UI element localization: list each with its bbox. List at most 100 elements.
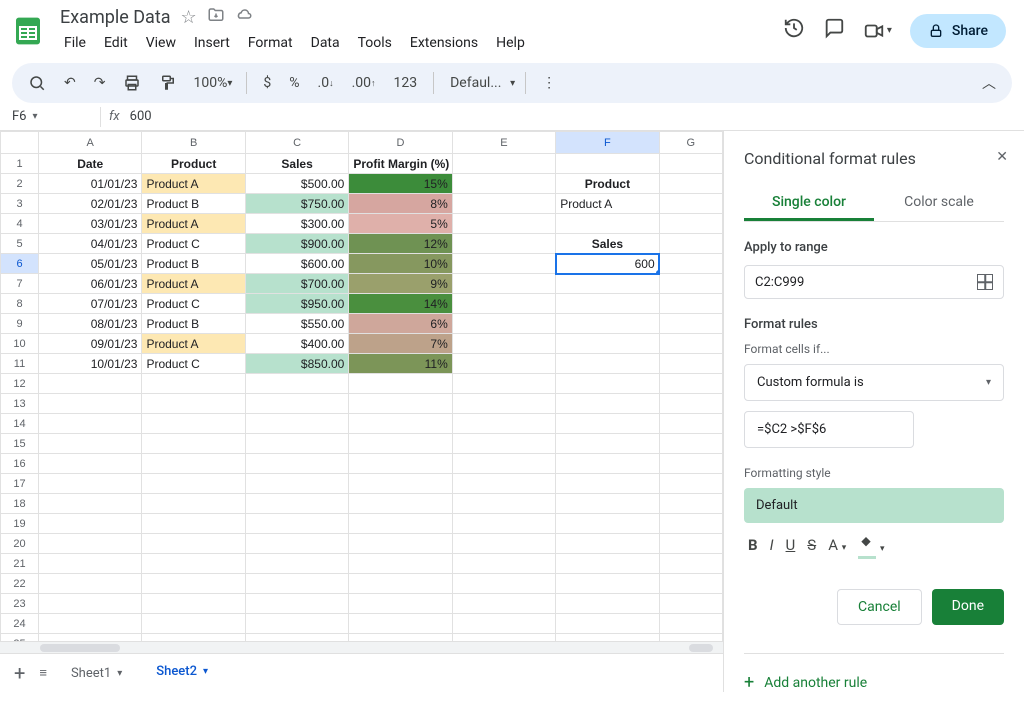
cell[interactable]: 10% [349, 254, 452, 274]
cell[interactable] [452, 474, 555, 494]
cell[interactable] [556, 334, 659, 354]
cell[interactable] [659, 314, 722, 334]
cell[interactable] [39, 394, 142, 414]
cell[interactable] [349, 594, 452, 614]
cell[interactable] [556, 534, 659, 554]
cell[interactable]: 05/01/23 [39, 254, 142, 274]
cell[interactable]: 02/01/23 [39, 194, 142, 214]
menu-file[interactable]: File [56, 31, 94, 55]
cell[interactable] [452, 534, 555, 554]
cell[interactable] [39, 454, 142, 474]
cell[interactable] [349, 494, 452, 514]
cell[interactable] [452, 154, 555, 174]
more-icon[interactable]: ⋮ [536, 71, 562, 95]
row-header[interactable]: 25 [1, 634, 39, 642]
cell[interactable] [39, 574, 142, 594]
row-header[interactable]: 18 [1, 494, 39, 514]
cell[interactable] [659, 534, 722, 554]
col-header[interactable]: E [452, 132, 555, 154]
cell[interactable]: Product B [142, 254, 245, 274]
cell[interactable] [556, 474, 659, 494]
cell[interactable] [349, 454, 452, 474]
cell[interactable] [659, 614, 722, 634]
tab-sheet1[interactable]: Sheet1 ▾ [61, 662, 132, 685]
cell[interactable] [245, 554, 348, 574]
style-preview[interactable]: Default [744, 488, 1004, 523]
star-icon[interactable]: ☆ [181, 7, 197, 28]
undo-icon[interactable]: ↶ [58, 71, 82, 95]
cell[interactable]: $550.00 [245, 314, 348, 334]
cell[interactable] [452, 294, 555, 314]
cell[interactable]: $950.00 [245, 294, 348, 314]
cell[interactable] [659, 414, 722, 434]
cell[interactable] [142, 534, 245, 554]
row-header[interactable]: 3 [1, 194, 39, 214]
row-header[interactable]: 23 [1, 594, 39, 614]
row-header[interactable]: 15 [1, 434, 39, 454]
cell[interactable]: Product A [556, 194, 659, 214]
row-header[interactable]: 17 [1, 474, 39, 494]
cell[interactable]: Product C [142, 294, 245, 314]
cell[interactable] [349, 474, 452, 494]
row-header[interactable]: 6 [1, 254, 39, 274]
cell[interactable]: 6% [349, 314, 452, 334]
cell[interactable] [452, 194, 555, 214]
cell[interactable] [659, 474, 722, 494]
cell[interactable] [142, 634, 245, 642]
cell[interactable] [452, 434, 555, 454]
menu-edit[interactable]: Edit [96, 31, 136, 55]
meet-icon[interactable]: ▾ [863, 20, 892, 42]
fill-color-icon[interactable]: ▾ [858, 535, 884, 555]
cell[interactable] [245, 374, 348, 394]
cell[interactable] [245, 514, 348, 534]
cell[interactable] [142, 594, 245, 614]
cell[interactable] [39, 514, 142, 534]
move-folder-icon[interactable] [207, 6, 225, 29]
row-header[interactable]: 8 [1, 294, 39, 314]
cell[interactable] [245, 394, 348, 414]
cell[interactable]: 06/01/23 [39, 274, 142, 294]
cell[interactable] [39, 374, 142, 394]
cell[interactable]: Product B [142, 194, 245, 214]
menu-insert[interactable]: Insert [186, 31, 238, 55]
cell[interactable] [659, 234, 722, 254]
cell[interactable] [452, 414, 555, 434]
paint-format-icon[interactable] [153, 70, 183, 96]
cell[interactable] [659, 354, 722, 374]
zoom-dropdown[interactable]: 100% ▾ [189, 75, 236, 91]
cell[interactable] [452, 394, 555, 414]
cell[interactable]: Product [556, 174, 659, 194]
cell[interactable]: Sales [245, 154, 348, 174]
col-header[interactable]: F [556, 132, 659, 154]
cell[interactable]: 5% [349, 214, 452, 234]
cell[interactable]: $500.00 [245, 174, 348, 194]
more-formats-icon[interactable]: 123 [388, 71, 424, 95]
cell[interactable] [556, 434, 659, 454]
cell[interactable] [556, 354, 659, 374]
cell[interactable] [349, 554, 452, 574]
cell[interactable] [556, 494, 659, 514]
menu-tools[interactable]: Tools [350, 31, 400, 55]
cell[interactable]: Product A [142, 334, 245, 354]
cell[interactable]: Date [39, 154, 142, 174]
cell[interactable] [659, 174, 722, 194]
cell[interactable] [142, 374, 245, 394]
cell[interactable] [39, 474, 142, 494]
cell[interactable] [659, 254, 722, 274]
redo-icon[interactable]: ↷ [88, 71, 112, 95]
row-header[interactable]: 1 [1, 154, 39, 174]
cell[interactable]: 12% [349, 234, 452, 254]
fx-icon[interactable]: fx [109, 109, 120, 124]
bold-icon[interactable]: B [748, 536, 758, 554]
percent-icon[interactable]: % [283, 71, 305, 95]
cell[interactable]: 04/01/23 [39, 234, 142, 254]
italic-icon[interactable]: I [770, 536, 774, 554]
row-header[interactable]: 2 [1, 174, 39, 194]
cell[interactable] [245, 574, 348, 594]
cell[interactable]: 11% [349, 354, 452, 374]
col-header[interactable]: D [349, 132, 452, 154]
cell[interactable] [556, 634, 659, 642]
cell[interactable] [245, 614, 348, 634]
menu-view[interactable]: View [138, 31, 184, 55]
cell[interactable] [659, 554, 722, 574]
